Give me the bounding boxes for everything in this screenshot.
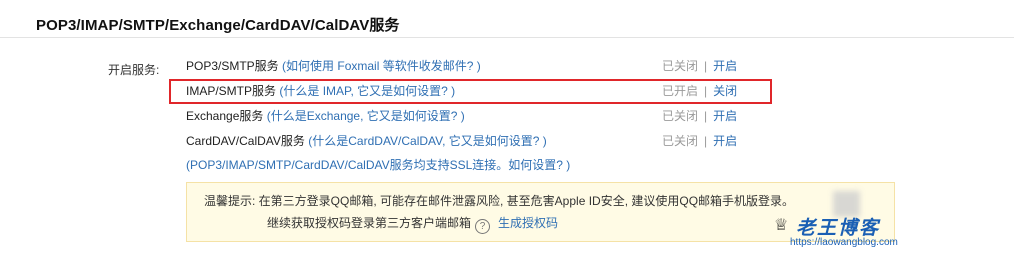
service-status-carddav-caldav: 已关闭 | 开启 bbox=[662, 131, 737, 151]
status-text: 已关闭 bbox=[662, 59, 699, 73]
service-row-exchange: Exchange服务 (什么是Exchange, 它又是如何设置? ) bbox=[186, 106, 465, 126]
enable-pop3-smtp-button[interactable]: 开启 bbox=[713, 59, 737, 73]
notice-auth-line: 继续获取授权码登录第三方客户端邮箱? 生成授权码 bbox=[267, 214, 558, 234]
service-name: POP3/SMTP服务 bbox=[186, 59, 279, 73]
notice-text: 温馨提示: 在第三方登录QQ邮箱, 可能存在邮件泄露风险, 甚至危害Apple … bbox=[204, 194, 795, 208]
watermark-logo: ♕ 老王博客 https://laowangblog.com bbox=[774, 213, 898, 251]
service-name: CardDAV/CalDAV服务 bbox=[186, 134, 305, 148]
enable-carddav-caldav-button[interactable]: 开启 bbox=[713, 134, 737, 148]
watermark-text: 老王博客 bbox=[796, 218, 881, 239]
generate-auth-code-link[interactable]: 生成授权码 bbox=[498, 216, 558, 230]
highlight-box bbox=[169, 79, 772, 104]
service-status-exchange: 已关闭 | 开启 bbox=[662, 106, 737, 126]
service-help-link[interactable]: (什么是Exchange, 它又是如何设置? ) bbox=[267, 109, 465, 123]
service-row-carddav-caldav: CardDAV/CalDAV服务 (什么是CardDAV/CalDAV, 它又是… bbox=[186, 131, 547, 151]
page-header: POP3/IMAP/SMTP/Exchange/CardDAV/CalDAV服务 bbox=[0, 0, 1014, 38]
separator: | bbox=[704, 59, 708, 73]
crown-icon: ♕ bbox=[774, 217, 789, 234]
service-field-label: 开启服务: bbox=[108, 63, 160, 77]
service-name: Exchange服务 bbox=[186, 109, 264, 123]
service-status-pop3-smtp: 已关闭 | 开启 bbox=[662, 56, 737, 76]
ssl-hint-link[interactable]: (POP3/IMAP/SMTP/CardDAV/CalDAV服务均支持SSL连接… bbox=[186, 155, 570, 175]
page-title: POP3/IMAP/SMTP/Exchange/CardDAV/CalDAV服务 bbox=[36, 17, 400, 34]
separator: | bbox=[704, 109, 708, 123]
notice-auth-text: 继续获取授权码登录第三方客户端邮箱 bbox=[267, 216, 472, 230]
service-row-pop3-smtp: POP3/SMTP服务 (如何使用 Foxmail 等软件收发邮件? ) bbox=[186, 56, 481, 76]
help-icon[interactable]: ? bbox=[475, 219, 491, 234]
watermark-url: https://laowangblog.com bbox=[790, 237, 898, 248]
service-help-link[interactable]: (什么是CardDAV/CalDAV, 它又是如何设置? ) bbox=[308, 134, 546, 148]
separator: | bbox=[704, 134, 708, 148]
enable-exchange-button[interactable]: 开启 bbox=[713, 109, 737, 123]
service-help-link[interactable]: (如何使用 Foxmail 等软件收发邮件? ) bbox=[282, 59, 481, 73]
status-text: 已关闭 bbox=[662, 109, 699, 123]
status-text: 已关闭 bbox=[662, 134, 699, 148]
